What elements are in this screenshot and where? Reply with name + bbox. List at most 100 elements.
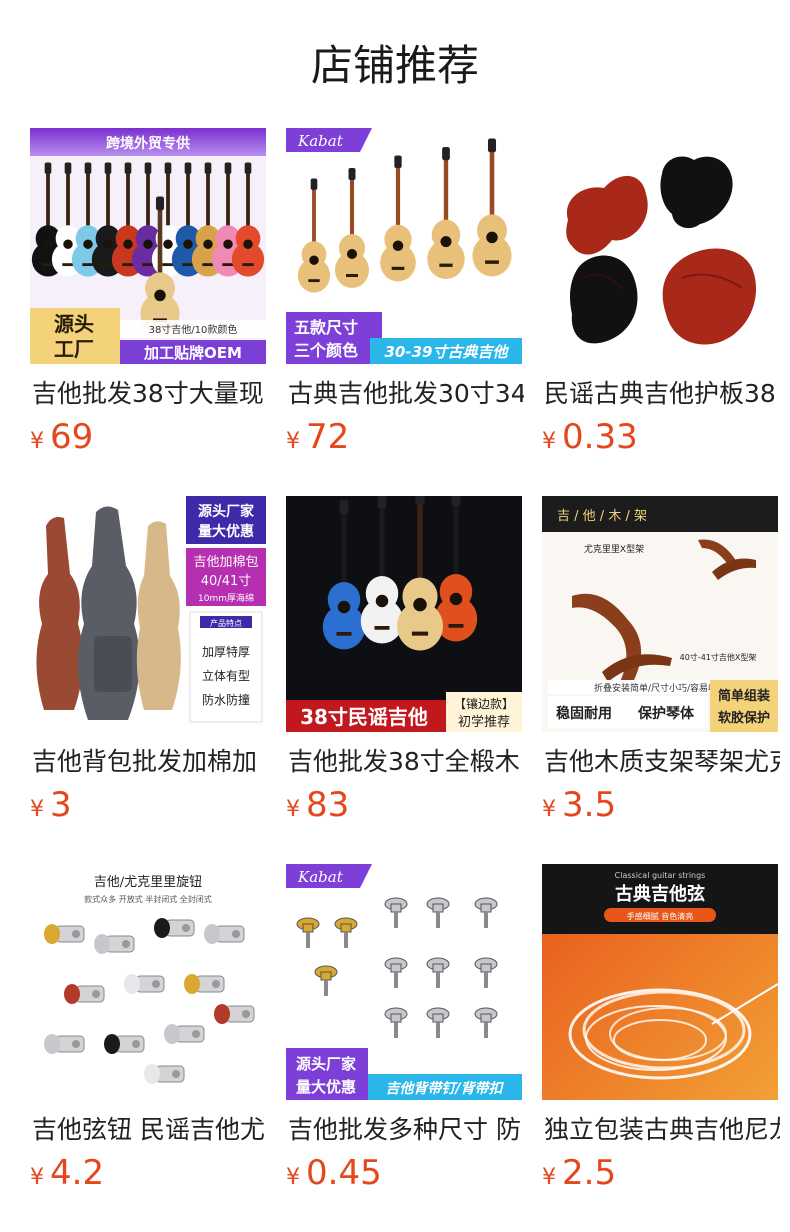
product-card[interactable]: Kabat 五款尺寸 三个颜色 30-39寸古典吉他 古典吉他批发30寸34 ¥… <box>286 128 524 496</box>
product-name[interactable]: 吉他木质支架琴架尤克 <box>544 742 780 782</box>
price-value: 4.2 <box>50 1153 105 1193</box>
product-price: ¥4.2 <box>30 1150 104 1196</box>
currency-symbol: ¥ <box>286 797 300 822</box>
sub-1: 吉他加棉包 <box>193 555 258 570</box>
store-recommendations-page: 店铺推荐 跨境外贸专供 源头 工厂 38寸吉他/10款颜色 加工贴牌OEM 吉他… <box>0 0 790 1232</box>
product-image[interactable]: 跨境外贸专供 源头 工厂 38寸吉他/10款颜色 加工贴牌OEM <box>30 128 266 364</box>
tag-3: 简单组装 <box>718 688 770 704</box>
sub-2: 40/41寸 <box>201 574 251 589</box>
product-price: ¥3.5 <box>542 782 616 828</box>
product-price: ¥0.45 <box>286 1150 382 1196</box>
currency-symbol: ¥ <box>30 797 44 822</box>
price-value: 3.5 <box>562 785 617 825</box>
tuning-peg <box>94 934 135 954</box>
product-image[interactable] <box>542 128 778 364</box>
product-name[interactable]: 吉他弦钮 民谣吉他尤 <box>32 1110 268 1150</box>
product-price: ¥3 <box>30 782 72 828</box>
product-name[interactable]: 民谣古典吉他护板38 <box>544 374 780 414</box>
product-name[interactable]: 吉他背包批发加棉加 <box>32 742 268 782</box>
tag-1: 源头 <box>54 312 94 336</box>
section-title: 店铺推荐 <box>310 41 479 90</box>
product-price: ¥83 <box>286 782 349 828</box>
sub-3: 10mm厚海绵 <box>198 592 254 604</box>
model-text: 尤克里里X型架 <box>584 543 644 555</box>
model-text-2: 40寸-41寸吉他X型架 <box>680 652 757 662</box>
feature-1: 加厚特厚 <box>202 644 250 659</box>
price-value: 0.33 <box>562 417 638 457</box>
product-name[interactable]: 吉他批发多种尺寸 防 <box>288 1110 524 1150</box>
product-name[interactable]: 吉他批发38寸大量现 <box>32 374 268 414</box>
tuning-peg <box>104 1034 145 1054</box>
product-image[interactable]: 源头厂家 量大优惠 吉他加棉包 40/41寸 10mm厚海绵 产品特点 加厚特厚… <box>30 496 266 732</box>
tuning-peg <box>44 924 85 944</box>
title-text: 吉他/尤克里里旋钮 <box>94 875 202 890</box>
badge-2: 初学推荐 <box>458 714 510 730</box>
price-value: 72 <box>306 417 350 457</box>
tag-2: 量大优惠 <box>296 1078 356 1096</box>
tag-2: 保护琴体 <box>637 705 695 722</box>
product-image[interactable]: 吉 / 他 / 木 / 架 尤克里里X型架 40寸-41寸吉他X型架 折叠安装简… <box>542 496 778 732</box>
tuning-peg <box>184 974 225 994</box>
tag-4: 软胶保护 <box>718 710 770 726</box>
tag-1: 源头厂家 <box>198 503 255 520</box>
price-value: 83 <box>306 785 350 825</box>
product-name[interactable]: 独立包装古典吉他尼龙 <box>544 1110 780 1150</box>
product-card[interactable]: 源头厂家 量大优惠 吉他加棉包 40/41寸 10mm厚海绵 产品特点 加厚特厚… <box>30 496 266 864</box>
badge-1: 【镶边款】 <box>454 696 514 711</box>
brand-logo: Kabat <box>297 868 344 886</box>
sub-text: 手感细腻 音色清亮 <box>627 911 694 921</box>
product-price: ¥69 <box>30 414 93 460</box>
product-card[interactable]: 吉 / 他 / 木 / 架 尤克里里X型架 40寸-41寸吉他X型架 折叠安装简… <box>542 496 780 864</box>
size-note: 38寸吉他/10款颜色 <box>149 323 238 336</box>
product-price: ¥0.33 <box>542 414 638 460</box>
subtitle-text: 款式众多 开放式 半封闭式 全封闭式 <box>84 894 212 904</box>
banner-text: 吉他背带钉/背带扣 <box>385 1080 504 1097</box>
price-value: 3 <box>50 785 72 825</box>
product-image[interactable]: 吉他/尤克里里旋钮 款式众多 开放式 半封闭式 全封闭式 <box>30 864 266 1100</box>
banner-text: 跨境外贸专供 <box>106 135 190 152</box>
header-text: 吉 / 他 / 木 / 架 <box>557 509 647 524</box>
product-grid: 跨境外贸专供 源头 工厂 38寸吉他/10款颜色 加工贴牌OEM 吉他批发38寸… <box>30 128 780 1232</box>
product-card[interactable]: Kabat 源头厂家 量大优惠 吉他背带钉/背带扣 吉他批发多种尺寸 防 ¥0.… <box>286 864 522 1232</box>
currency-symbol: ¥ <box>542 797 556 822</box>
tuning-peg <box>144 1064 185 1084</box>
product-price: ¥72 <box>286 414 349 460</box>
product-card[interactable]: 吉他/尤克里里旋钮 款式众多 开放式 半封闭式 全封闭式 吉他弦钮 民谣吉他尤 … <box>30 864 266 1232</box>
currency-symbol: ¥ <box>542 429 556 454</box>
price-value: 69 <box>50 417 94 457</box>
currency-symbol: ¥ <box>286 429 300 454</box>
product-card[interactable]: 民谣古典吉他护板38 ¥0.33 <box>542 128 778 496</box>
price-value: 0.45 <box>306 1153 382 1193</box>
product-card[interactable]: 跨境外贸专供 源头 工厂 38寸吉他/10款颜色 加工贴牌OEM 吉他批发38寸… <box>30 128 266 496</box>
product-name[interactable]: 古典吉他批发30寸34 <box>288 374 524 414</box>
tuning-peg <box>44 1034 85 1054</box>
note-text: 折叠安装简单/尺寸小巧/容易收纳 <box>594 682 726 694</box>
product-name[interactable]: 吉他批发38寸全椴木 <box>288 742 524 782</box>
banner-text: 38寸民谣吉他 <box>300 705 428 729</box>
tag-2: 三个颜色 <box>294 341 358 360</box>
oem-text: 加工贴牌OEM <box>143 344 242 362</box>
product-image[interactable]: Classical guitar strings 古典吉他弦 手感细腻 音色清亮 <box>542 864 778 1100</box>
banner-text: 30-39寸古典吉他 <box>385 343 510 361</box>
currency-symbol: ¥ <box>542 1165 556 1190</box>
currency-symbol: ¥ <box>30 1165 44 1190</box>
product-card[interactable]: Classical guitar strings 古典吉他弦 手感细腻 音色清亮… <box>542 864 780 1232</box>
tag-1: 稳固耐用 <box>556 705 612 722</box>
tuning-peg <box>124 974 165 994</box>
tuning-peg <box>214 1004 255 1024</box>
product-image[interactable]: Kabat 五款尺寸 三个颜色 30-39寸古典吉他 <box>286 128 522 364</box>
brand-logo: Kabat <box>297 132 344 150</box>
currency-symbol: ¥ <box>30 429 44 454</box>
feature-3: 防水防撞 <box>202 692 250 707</box>
tuning-peg <box>64 984 105 1004</box>
product-card[interactable]: 38寸民谣吉他 【镶边款】 初学推荐 吉他批发38寸全椴木 ¥83 <box>286 496 522 864</box>
title-text: 古典吉他弦 <box>615 883 705 905</box>
product-image[interactable]: 38寸民谣吉他 【镶边款】 初学推荐 <box>286 496 522 732</box>
product-image[interactable]: Kabat 源头厂家 量大优惠 吉他背带钉/背带扣 <box>286 864 522 1100</box>
tag-2: 量大优惠 <box>198 523 254 540</box>
price-value: 2.5 <box>562 1153 617 1193</box>
tuning-peg <box>164 1024 205 1044</box>
tag-1: 源头厂家 <box>296 1055 356 1073</box>
tuning-peg <box>154 918 195 938</box>
small-text: Classical guitar strings <box>615 871 706 880</box>
